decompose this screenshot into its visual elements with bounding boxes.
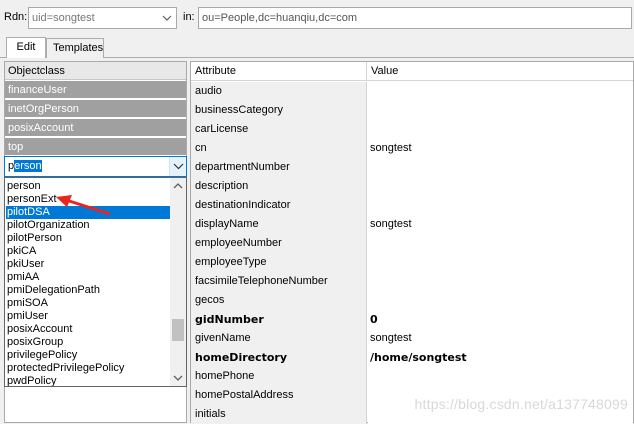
dropdown-option[interactable]: posixGroup — [6, 336, 171, 349]
scroll-down-icon[interactable] — [172, 373, 184, 383]
tab-edit[interactable]: Edit — [6, 37, 46, 58]
autocomplete-selection: erson — [14, 160, 42, 172]
dropdown-option[interactable]: posixAccount — [6, 323, 171, 336]
objectclass-dropdown-button[interactable] — [169, 157, 186, 176]
attribute-name-cell[interactable]: initials — [191, 405, 367, 424]
attribute-value-cell[interactable] — [368, 101, 633, 120]
objectclass-item[interactable]: top — [5, 138, 186, 156]
attribute-name-cell[interactable]: givenName — [191, 329, 367, 348]
attribute-value-cell[interactable] — [368, 120, 633, 139]
dropdown-option[interactable]: pmiAA — [6, 271, 171, 284]
rdn-combo[interactable]: uid=songtest — [28, 7, 177, 29]
attribute-value-cell[interactable]: songtest — [368, 329, 633, 348]
attribute-value-cell[interactable] — [368, 272, 633, 291]
attribute-name-cell[interactable]: description — [191, 177, 367, 196]
chevron-down-icon — [173, 163, 184, 170]
dropdown-option[interactable]: pmiUser — [6, 310, 171, 323]
scroll-up-icon[interactable] — [172, 181, 184, 191]
attribute-value-cell[interactable]: /home/songtest — [368, 348, 633, 367]
attribute-value-cell[interactable] — [368, 253, 633, 272]
attribute-value-cell[interactable] — [368, 82, 633, 101]
attribute-value-cell[interactable] — [368, 196, 633, 215]
attribute-value-cell[interactable]: songtest — [368, 215, 633, 234]
attribute-name-cell[interactable]: gidNumber — [191, 310, 367, 329]
dropdown-option[interactable]: privilegePolicy — [6, 349, 171, 362]
column-header-attribute[interactable]: Attribute — [191, 62, 367, 81]
attribute-name-cell[interactable]: employeeNumber — [191, 234, 367, 253]
objectclass-item[interactable]: financeUser — [5, 81, 186, 99]
dropdown-option[interactable]: pmiDelegationPath — [6, 284, 171, 297]
attribute-name-cell[interactable]: cn — [191, 139, 367, 158]
objectclass-header: Objectclass — [5, 62, 186, 80]
attribute-value-cell[interactable] — [368, 291, 633, 310]
attribute-value-cell[interactable] — [368, 234, 633, 253]
dropdown-option[interactable]: pkiCA — [6, 245, 171, 258]
objectclass-combo[interactable]: person — [4, 156, 187, 177]
column-header-value[interactable]: Value — [367, 62, 633, 81]
attribute-name-cell[interactable]: carLicense — [191, 120, 367, 139]
dropdown-option[interactable]: pmiSOA — [6, 297, 171, 310]
watermark: https://blog.csdn.net/a137748099 — [414, 396, 628, 412]
attribute-value-cell[interactable]: 0 — [368, 310, 633, 329]
parent-dn-field[interactable]: ou=People,dc=huanqiu,dc=com — [198, 7, 632, 29]
attribute-value-cell[interactable] — [368, 158, 633, 177]
objectclass-combo-text[interactable]: person — [8, 160, 42, 172]
annotation-arrow-icon — [56, 195, 111, 216]
dropdown-scrollbar[interactable] — [170, 178, 186, 386]
rdn-label: Rdn: — [4, 11, 28, 23]
attribute-name-cell[interactable]: departmentNumber — [191, 158, 367, 177]
parent-dn-value: ou=People,dc=huanqiu,dc=com — [202, 12, 358, 24]
in-label: in: — [183, 11, 195, 23]
attribute-name-cell[interactable]: employeeType — [191, 253, 367, 272]
attribute-name-cell[interactable]: homePhone — [191, 367, 367, 386]
attribute-value-cell[interactable]: songtest — [368, 139, 633, 158]
dropdown-option[interactable]: pilotPerson — [6, 232, 171, 245]
scrollbar-thumb[interactable] — [172, 319, 184, 341]
attribute-name-cell[interactable]: facsimileTelephoneNumber — [191, 272, 367, 291]
chevron-down-icon[interactable] — [160, 11, 174, 25]
attribute-name-cell[interactable]: displayName — [191, 215, 367, 234]
dropdown-option[interactable]: pkiUser — [6, 258, 171, 271]
attribute-name-cell[interactable]: homeDirectory — [191, 348, 367, 367]
attribute-name-cell[interactable]: homePostalAddress — [191, 386, 367, 405]
attribute-value-cell[interactable] — [368, 367, 633, 386]
attribute-name-cell[interactable]: destinationIndicator — [191, 196, 367, 215]
attribute-name-cell[interactable]: audio — [191, 82, 367, 101]
objectclass-item[interactable]: inetOrgPerson — [5, 100, 186, 118]
attribute-grid[interactable]: Attribute Value audio businessCategory car… — [190, 61, 634, 424]
attribute-value-cell[interactable] — [368, 177, 633, 196]
dropdown-option[interactable]: pwdPolicy — [6, 375, 171, 386]
rdn-value: uid=songtest — [32, 12, 95, 24]
objectclass-item[interactable]: posixAccount — [5, 119, 186, 137]
dropdown-option[interactable]: protectedPrivilegePolicy — [6, 362, 171, 375]
tab-templates[interactable]: Templates — [46, 38, 104, 58]
dropdown-option[interactable]: pilotOrganization — [6, 219, 171, 232]
attribute-name-cell[interactable]: gecos — [191, 291, 367, 310]
attribute-name-cell[interactable]: businessCategory — [191, 101, 367, 120]
